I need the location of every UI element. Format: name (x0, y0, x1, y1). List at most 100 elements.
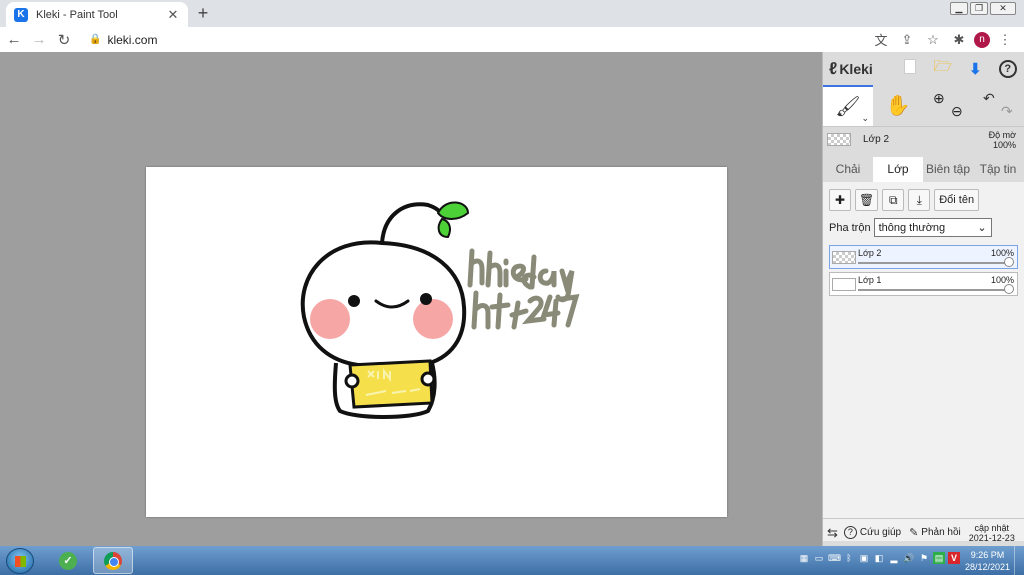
window-controls: ▁ ❐ ✕ (948, 2, 1016, 15)
panel-footer: ⇆ ? Cứu giúp ✎ Phản hồi cập nhật 2021-12… (823, 518, 1024, 546)
show-desktop-button[interactable] (1014, 546, 1024, 575)
tray-icon-keyboard[interactable]: ⌨ (828, 552, 841, 564)
back-button[interactable]: ← (3, 31, 25, 48)
new-tab-button[interactable]: + (195, 3, 211, 23)
undo-icon[interactable]: ↶ (983, 90, 995, 107)
new-image-button[interactable] (894, 59, 927, 78)
layer-list: Lớp 2 100% Lớp 1 100% (829, 245, 1018, 296)
browser-tab[interactable]: K Kleki - Paint Tool ✕ (6, 2, 188, 27)
forward-button[interactable]: → (28, 31, 50, 48)
browser-toolbar: ← → ↻ 🔒 kleki.com 文 ⇪ ☆ ✱ n ⋮ (0, 27, 1024, 52)
add-layer-button[interactable]: ✚ (829, 189, 851, 211)
chevron-down-icon[interactable]: ⌄ (861, 113, 869, 124)
help-button[interactable]: ? (992, 59, 1024, 78)
profile-avatar[interactable]: n (974, 31, 990, 48)
hand-tool[interactable]: ✋ (873, 85, 923, 126)
kleki-favicon-icon: K (14, 7, 28, 22)
duplicate-icon: ⧉ (888, 192, 898, 207)
redo-icon[interactable]: ↷ (1001, 103, 1013, 120)
tab-brush[interactable]: Chải (823, 157, 873, 182)
layer-item-1[interactable]: Lớp 1 100% (829, 272, 1018, 296)
blend-label: Pha trộn (829, 221, 871, 234)
leaf-app-icon: ✓ (59, 551, 77, 570)
minimize-button[interactable]: ▁ (950, 2, 968, 15)
update-date: 2021-12-23 (968, 532, 1015, 543)
layer-buttons: ✚ 🗑 ⧉ ⤓ Đổi tên (829, 188, 1018, 212)
leaf-right (436, 201, 470, 220)
zoom-out-icon[interactable]: ⊖ (951, 103, 963, 120)
tray-icon-network-share[interactable]: ▦ (798, 552, 810, 564)
help-link[interactable]: ? Cứu giúp (843, 526, 902, 539)
tray-icon-green[interactable]: ▤ (933, 552, 945, 564)
bluetooth-icon[interactable]: ᛒ (843, 552, 855, 564)
tab-edit[interactable]: Biên tập (923, 157, 973, 182)
taskbar-app-chrome[interactable] (93, 547, 133, 574)
tab-layers[interactable]: Lớp (873, 157, 923, 182)
flag-icon[interactable]: ⚑ (918, 552, 930, 564)
layer-opacity-slider-handle[interactable] (1004, 284, 1014, 294)
rename-layer-button[interactable]: Đổi tên (934, 189, 980, 211)
tray-icon-device[interactable]: ▭ (813, 552, 825, 564)
feedback-link[interactable]: ✎ Phản hồi (909, 526, 961, 539)
taskbar-app-leaf[interactable]: ✓ (48, 547, 88, 574)
handwriting-line-1 (467, 248, 575, 303)
drawing-canvas[interactable] (146, 167, 727, 517)
tab-close-icon[interactable]: ✕ (166, 7, 180, 23)
update-label: cập nhật (974, 522, 1010, 533)
extensions-icon[interactable]: ✱ (948, 32, 970, 48)
clock-date: 28/12/2021 (964, 562, 1010, 572)
canvas-workspace[interactable] (0, 52, 822, 546)
zoom-in-icon[interactable]: ⊕ (933, 90, 945, 107)
duplicate-layer-button[interactable]: ⧉ (882, 189, 905, 211)
tray-icon-app[interactable]: ◧ (873, 552, 885, 564)
layer-item-2[interactable]: Lớp 2 100% (829, 245, 1018, 269)
update-info[interactable]: cập nhật 2021-12-23 (969, 523, 1015, 543)
start-button[interactable] (6, 548, 34, 574)
close-window-button[interactable]: ✕ (990, 2, 1016, 15)
left-hand (344, 373, 360, 389)
right-hand (420, 371, 436, 387)
address-bar[interactable]: 🔒 kleki.com (89, 30, 157, 50)
kleki-logo-icon: ℓ (829, 58, 838, 78)
kleki-logo[interactable]: ℓ Kleki (829, 59, 894, 79)
restore-button[interactable]: ❐ (970, 2, 988, 15)
system-tray: ▦ ▭ ⌨ ᛒ ▣ ◧ ▂ 🔊 ⚑ ▤ V (795, 552, 960, 564)
signal-icon[interactable]: ▂ (888, 552, 900, 564)
hand-icon: ✋ (885, 95, 911, 117)
tab-strip: K Kleki - Paint Tool ✕ + ▁ ❐ ✕ (0, 0, 1024, 27)
save-button[interactable]: 🗁 (927, 56, 960, 81)
tab-file[interactable]: Tập tin (973, 157, 1023, 182)
blend-mode-row: Pha trộn thông thường ⌄ (829, 218, 1018, 237)
tray-icon-monitor[interactable]: ▣ (858, 552, 870, 564)
antivirus-v-icon[interactable]: V (948, 552, 960, 564)
windows-logo-icon (15, 556, 26, 567)
download-icon[interactable]: ⬇ (959, 60, 992, 78)
layer-opacity-track[interactable] (858, 289, 1009, 291)
panel-top-bar: ℓ Kleki 🗁 ⬇ ? (823, 52, 1024, 85)
blend-mode-select[interactable]: thông thường ⌄ (873, 218, 992, 237)
volume-icon[interactable]: 🔊 (903, 552, 915, 564)
taskbar-clock[interactable]: 9:26 PM 28/12/2021 (965, 549, 1010, 573)
swap-side-icon[interactable]: ⇆ (827, 525, 838, 541)
translate-icon[interactable]: 文 (870, 30, 892, 49)
chrome-icon (104, 551, 122, 570)
tool-row: 🖌 ⌄ ✋ ⊕ ⊖ ↶ ↷ (823, 85, 1024, 126)
layer-opacity-track[interactable] (858, 262, 1009, 264)
bookmark-star-icon[interactable]: ☆ (922, 32, 944, 48)
merge-layer-button[interactable]: ⤓ (908, 189, 931, 211)
left-cheek (310, 299, 350, 339)
current-layer-info: Lớp 2 Độ mờ 100% (823, 126, 1024, 152)
reload-button[interactable]: ↻ (53, 31, 75, 49)
delete-layer-button[interactable]: 🗑 (855, 189, 879, 211)
layer-thumbnail (827, 133, 851, 146)
clock-time: 9:26 PM (970, 550, 1005, 560)
current-layer-name: Lớp 2 (863, 134, 890, 145)
layer-opacity-slider-handle[interactable] (1004, 257, 1014, 267)
share-icon[interactable]: ⇪ (896, 32, 918, 48)
brush-tool[interactable]: 🖌 ⌄ (823, 85, 873, 126)
browser-menu-icon[interactable]: ⋮ (994, 32, 1016, 48)
layers-tab-content: ✚ 🗑 ⧉ ⤓ Đổi tên Pha trộn thông thường ⌄ … (823, 182, 1024, 541)
zoom-controls: ⊕ ⊖ (923, 85, 973, 126)
chevron-down-icon: ⌄ (977, 222, 987, 234)
help-label: Cứu giúp (859, 527, 902, 538)
